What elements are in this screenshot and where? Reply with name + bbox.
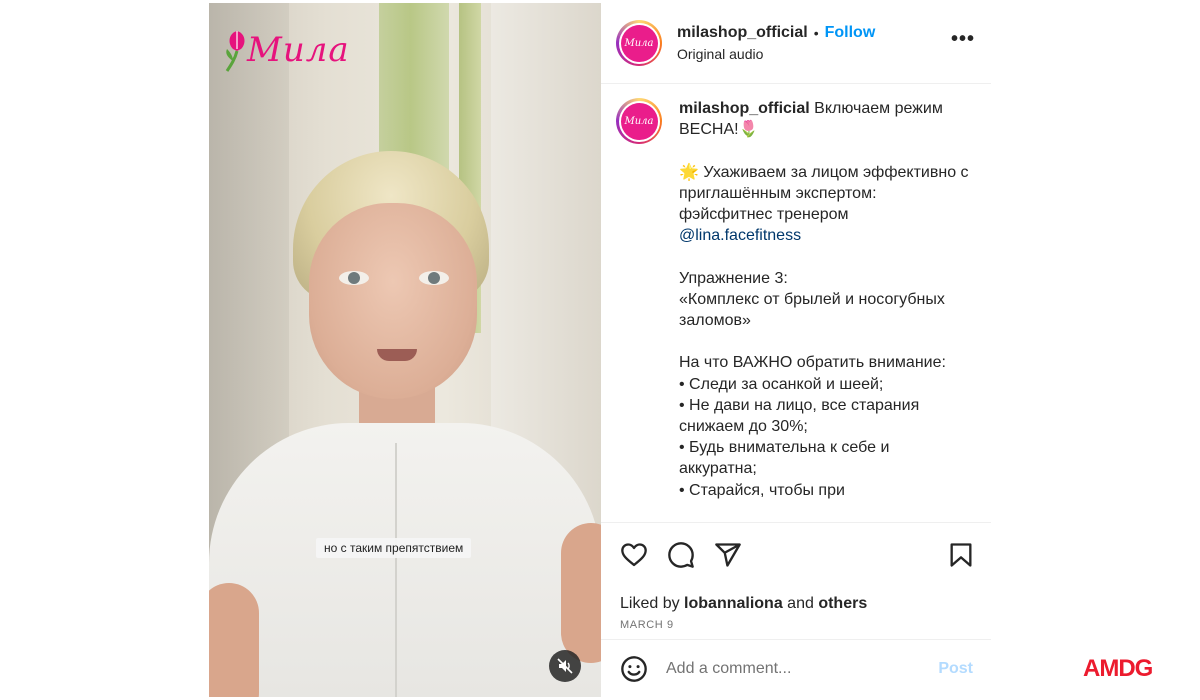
header-username[interactable]: milashop_official [677,24,808,42]
action-icons-row [620,523,975,585]
post-side-panel: Мила milashop_official • Follow Original… [601,3,991,697]
caption-body-1: Включаем режим ВЕСНА!🌷 🌟 Ухаживаем за ли… [679,100,969,224]
follow-button[interactable]: Follow [825,24,876,42]
caption-username[interactable]: milashop_official [679,100,810,117]
caption-avatar[interactable]: Мила [616,98,662,144]
caption-section: Мила milashop_official Включаем режим ВЕ… [601,84,991,522]
presenter-hand-left [209,583,259,697]
post-comment-button[interactable]: Post [938,660,973,678]
original-audio-link[interactable]: Original audio [677,46,951,62]
avatar-logo: Мила [620,24,658,62]
separator-dot: • [813,25,819,41]
share-icon[interactable] [714,541,742,569]
brand-wordmark: Мила [247,30,350,70]
post-header: Мила milashop_official • Follow Original… [601,3,991,84]
presenter-face [309,203,477,399]
post-actions: Liked by lobannaliona and others MARCH 9 [601,522,991,657]
comment-input[interactable] [666,659,939,678]
shirt-placket [395,443,397,697]
heart-icon[interactable] [620,541,648,569]
brand-logo: Мила [223,25,350,75]
reel-video[interactable]: Мила но с таким препятствием [209,3,601,697]
liked-by-text: Liked by lobannaliona and others [620,595,868,612]
bookmark-icon[interactable] [947,541,975,569]
caption-avatar-logo: Мила [620,102,658,140]
comment-icon[interactable] [667,541,695,569]
mute-button[interactable] [549,650,581,682]
post-date[interactable]: MARCH 9 [620,619,975,631]
liked-by-others-link[interactable]: others [818,595,867,612]
avatar[interactable]: Мила [616,20,662,66]
presenter-eye-right [419,271,449,285]
video-subtitle: но с таким препятствием [316,538,472,558]
presenter-eye-left [339,271,369,285]
comment-bar: Post [601,639,991,697]
presenter-hand-right [561,523,601,663]
emoji-smile-icon[interactable] [620,655,648,683]
watermark-logo: AMDG [1083,655,1153,682]
speaker-muted-icon [557,658,573,674]
more-options-icon[interactable]: ••• [951,28,975,59]
caption-text: milashop_official Включаем режим ВЕСНА!🌷… [679,98,969,501]
presenter-shirt [209,423,601,697]
liked-by-user-link[interactable]: lobannaliona [684,595,783,612]
caption-body-2: Упражнение 3: «Комплекс от брылей и носо… [679,269,946,499]
caption-mention-link[interactable]: @lina.facefitness [679,227,801,244]
presenter-mouth [377,349,417,361]
